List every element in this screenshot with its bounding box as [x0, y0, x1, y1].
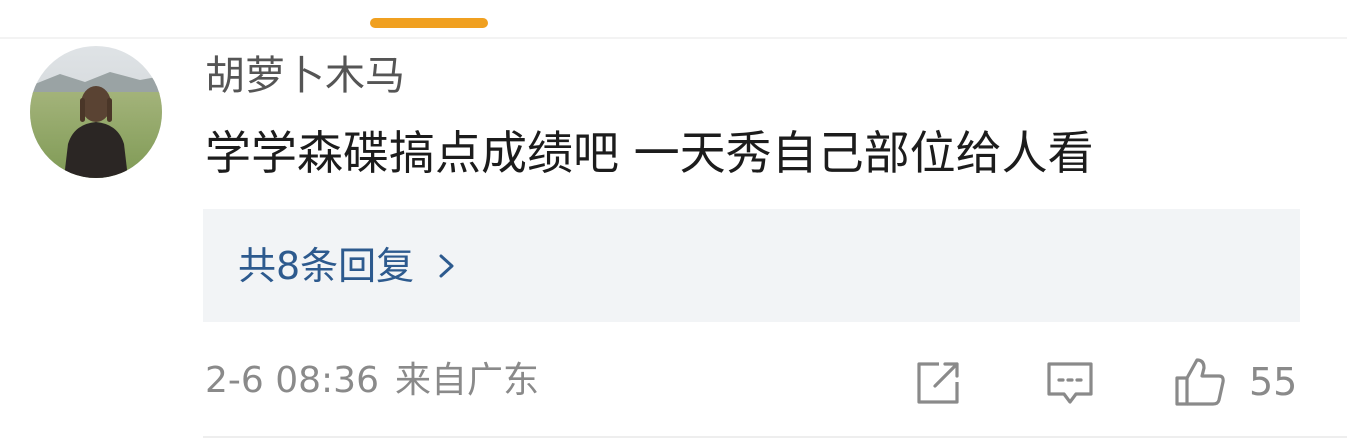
comment-icon[interactable]: [1045, 358, 1095, 408]
share-icon[interactable]: [913, 358, 963, 408]
bottom-divider: [203, 436, 1347, 438]
top-divider: [0, 37, 1347, 39]
view-replies-link[interactable]: 共8条回复: [238, 243, 460, 289]
replies-panel[interactable]: 共8条回复: [203, 209, 1300, 322]
chevron-right-icon: [439, 254, 454, 278]
like-count: 55: [1249, 360, 1298, 404]
thumbs-up-icon: [1175, 358, 1225, 406]
like-button[interactable]: 55: [1173, 356, 1297, 408]
comment-text: 学学森碟搞点成绩吧 一天秀自己部位给人看: [205, 126, 1094, 180]
comment-meta: 2-6 08:36 来自广东: [205, 358, 539, 404]
comment-timestamp: 2-6 08:36: [205, 360, 379, 401]
avatar[interactable]: [30, 46, 162, 178]
comment-username[interactable]: 胡萝卜木马: [205, 52, 405, 100]
active-tab-indicator: [370, 18, 488, 28]
comment-location: 来自广东: [395, 360, 540, 401]
avatar-photo: [30, 46, 162, 178]
replies-count-label: 共8条回复: [238, 244, 415, 288]
